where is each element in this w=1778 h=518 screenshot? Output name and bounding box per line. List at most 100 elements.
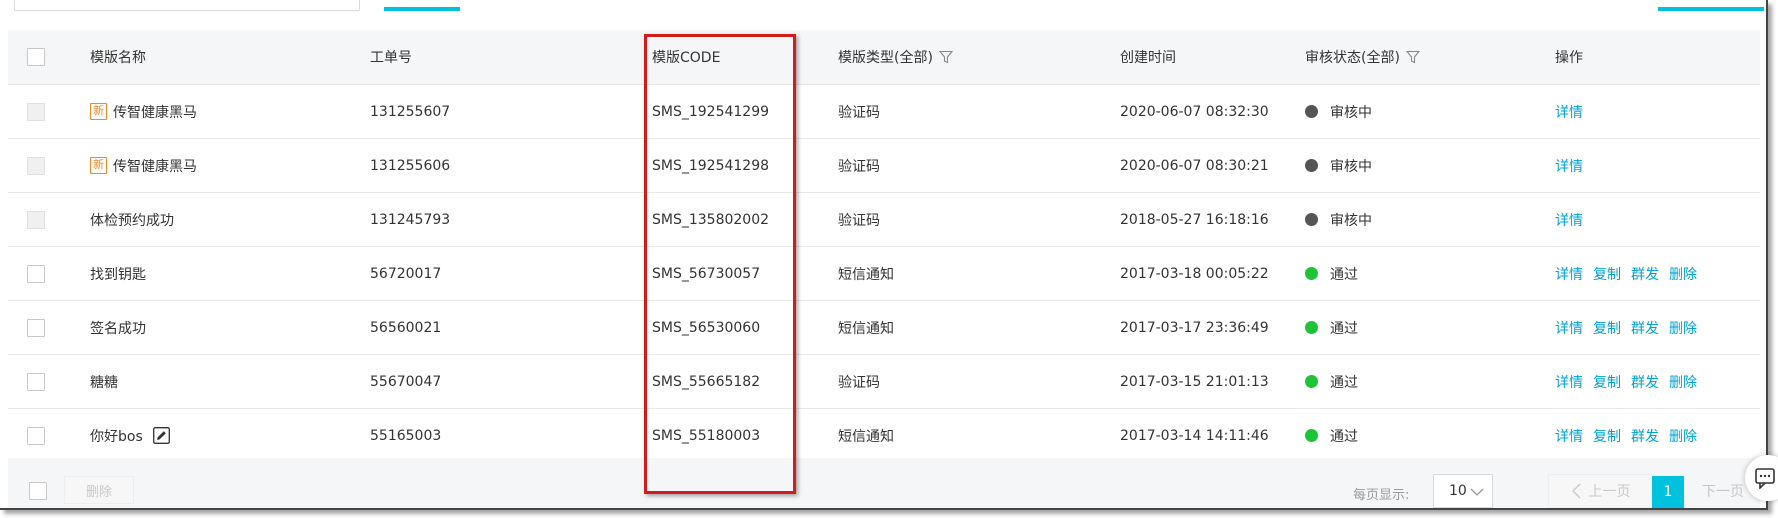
- prev-page-label: 上一页: [1588, 484, 1631, 500]
- template-name: 签名成功: [90, 320, 146, 337]
- detail-link[interactable]: 详情: [1555, 426, 1583, 446]
- template-name: 传智健康黑马: [113, 104, 197, 121]
- delete-link[interactable]: 删除: [1669, 318, 1697, 338]
- detail-link[interactable]: 详情: [1555, 210, 1583, 230]
- table-footer: 删除 每页显示: 10 上一页 1 下一页: [8, 458, 1760, 508]
- status-text: 审核中: [1330, 104, 1372, 121]
- detail-link[interactable]: 详情: [1555, 318, 1583, 338]
- template-table: 模版名称 工单号 模版CODE 模版类型(全部) 创建时间 审核状态(全部) 操…: [8, 30, 1760, 463]
- send-link[interactable]: 群发: [1631, 318, 1659, 338]
- col-header-type[interactable]: 模版类型(全部): [838, 30, 953, 84]
- detail-link[interactable]: 详情: [1555, 372, 1583, 392]
- copy-link[interactable]: 复制: [1593, 318, 1621, 338]
- send-link[interactable]: 群发: [1631, 372, 1659, 392]
- chevron-left-icon: [1571, 483, 1580, 499]
- col-header-status[interactable]: 审核状态(全部): [1305, 30, 1420, 84]
- row-checkbox[interactable]: [27, 372, 45, 391]
- status-text: 审核中: [1330, 212, 1372, 229]
- row-checkbox: [27, 210, 45, 229]
- delete-link[interactable]: 删除: [1669, 372, 1697, 392]
- status-dot-icon: [1305, 375, 1318, 388]
- row-checkbox: [27, 102, 45, 121]
- template-code: SMS_135802002: [652, 211, 770, 228]
- template-code: SMS_55180003: [652, 427, 761, 444]
- template-name: 传智健康黑马: [113, 158, 197, 175]
- prev-page-button[interactable]: 上一页: [1548, 474, 1654, 508]
- table-row: 体检预约成功 131245793 SMS_135802002 验证码 2018-05-2…: [8, 193, 1760, 247]
- row-checkbox[interactable]: [27, 318, 45, 337]
- col-header-time: 创建时间: [1120, 50, 1176, 66]
- status-cell: 通过: [1305, 355, 1358, 408]
- detail-link[interactable]: 详情: [1555, 102, 1583, 122]
- table-row: 找到钥匙 56720017 SMS_56730057 短信通知 2017-03-18 0…: [8, 247, 1760, 301]
- template-name: 糖糖: [90, 374, 118, 391]
- edit-icon[interactable]: [152, 427, 170, 444]
- created-time: 2017-03-17 23:36:49: [1120, 319, 1269, 336]
- template-name: 找到钥匙: [90, 266, 146, 283]
- template-code: SMS_192541299: [652, 103, 770, 120]
- col-header-name: 模版名称: [90, 50, 146, 66]
- chevron-down-icon: [1470, 488, 1484, 496]
- copy-link[interactable]: 复制: [1593, 426, 1621, 446]
- footer-select-all-checkbox[interactable]: [29, 482, 47, 500]
- page-number-current[interactable]: 1: [1652, 476, 1684, 508]
- table-header: 模版名称 工单号 模版CODE 模版类型(全部) 创建时间 审核状态(全部) 操…: [8, 30, 1760, 85]
- filter-icon[interactable]: [938, 50, 953, 64]
- template-name-cell: 糖糖: [90, 355, 118, 408]
- delete-link[interactable]: 删除: [1669, 426, 1697, 446]
- template-name: 你好bos: [90, 428, 143, 445]
- detail-link[interactable]: 详情: [1555, 156, 1583, 176]
- template-name-cell: 体检预约成功: [90, 193, 174, 246]
- detail-link[interactable]: 详情: [1555, 264, 1583, 284]
- batch-delete-button[interactable]: 删除: [64, 476, 134, 504]
- send-link[interactable]: 群发: [1631, 426, 1659, 446]
- order-number: 131245793: [370, 211, 451, 228]
- status-text: 通过: [1330, 428, 1358, 445]
- status-cell: 通过: [1305, 409, 1358, 462]
- status-cell: 审核中: [1305, 85, 1372, 138]
- status-dot-icon: [1305, 159, 1318, 172]
- send-link[interactable]: 群发: [1631, 264, 1659, 284]
- select-all-checkbox[interactable]: [27, 48, 45, 66]
- status-cell: 审核中: [1305, 139, 1372, 192]
- ops-cell: 详情 复制 群发 删除: [1555, 355, 1707, 408]
- status-dot-icon: [1305, 321, 1318, 334]
- filter-icon[interactable]: [1405, 50, 1420, 64]
- status-dot-icon: [1305, 429, 1318, 442]
- page-size-select[interactable]: 10: [1433, 474, 1493, 508]
- page-size-label: 每页显示:: [1353, 488, 1410, 503]
- order-number: 131255606: [370, 157, 451, 174]
- created-time: 2017-03-14 14:11:46: [1120, 427, 1269, 444]
- template-code: SMS_55665182: [652, 373, 761, 390]
- template-code: SMS_192541298: [652, 157, 770, 174]
- table-row: 糖糖 55670047 SMS_55665182 验证码 2017-03-15 21:0…: [8, 355, 1760, 409]
- row-checkbox[interactable]: [27, 426, 45, 445]
- template-type: 验证码: [838, 158, 880, 175]
- order-number: 131255607: [370, 103, 451, 120]
- delete-link[interactable]: 删除: [1669, 264, 1697, 284]
- created-time: 2018-05-27 16:18:16: [1120, 211, 1269, 228]
- col-header-code: 模版CODE: [652, 50, 721, 66]
- col-header-ops: 操作: [1555, 50, 1583, 66]
- created-time: 2017-03-15 21:01:13: [1120, 373, 1269, 390]
- top-right-button-edge[interactable]: [1658, 7, 1764, 11]
- status-cell: 通过: [1305, 301, 1358, 354]
- template-type: 验证码: [838, 104, 880, 121]
- order-number: 56560021: [370, 319, 442, 336]
- table-row: 你好bos 55165003 SMS_55180003 短信通知 2017-03-14 …: [8, 409, 1760, 463]
- order-number: 55165003: [370, 427, 442, 444]
- copy-link[interactable]: 复制: [1593, 264, 1621, 284]
- created-time: 2017-03-18 00:05:22: [1120, 265, 1269, 282]
- template-list-panel: 模版名称 工单号 模版CODE 模版类型(全部) 创建时间 审核状态(全部) 操…: [0, 0, 1768, 510]
- order-number: 55670047: [370, 373, 442, 390]
- status-text: 审核中: [1330, 158, 1372, 175]
- status-text: 通过: [1330, 266, 1358, 283]
- row-checkbox: [27, 156, 45, 175]
- ops-cell: 详情: [1555, 139, 1593, 192]
- template-code: SMS_56530060: [652, 319, 761, 336]
- search-input[interactable]: [14, 0, 360, 11]
- copy-link[interactable]: 复制: [1593, 372, 1621, 392]
- ops-cell: 详情 复制 群发 删除: [1555, 301, 1707, 354]
- row-checkbox[interactable]: [27, 264, 45, 283]
- template-name-cell: 新传智健康黑马: [90, 85, 197, 138]
